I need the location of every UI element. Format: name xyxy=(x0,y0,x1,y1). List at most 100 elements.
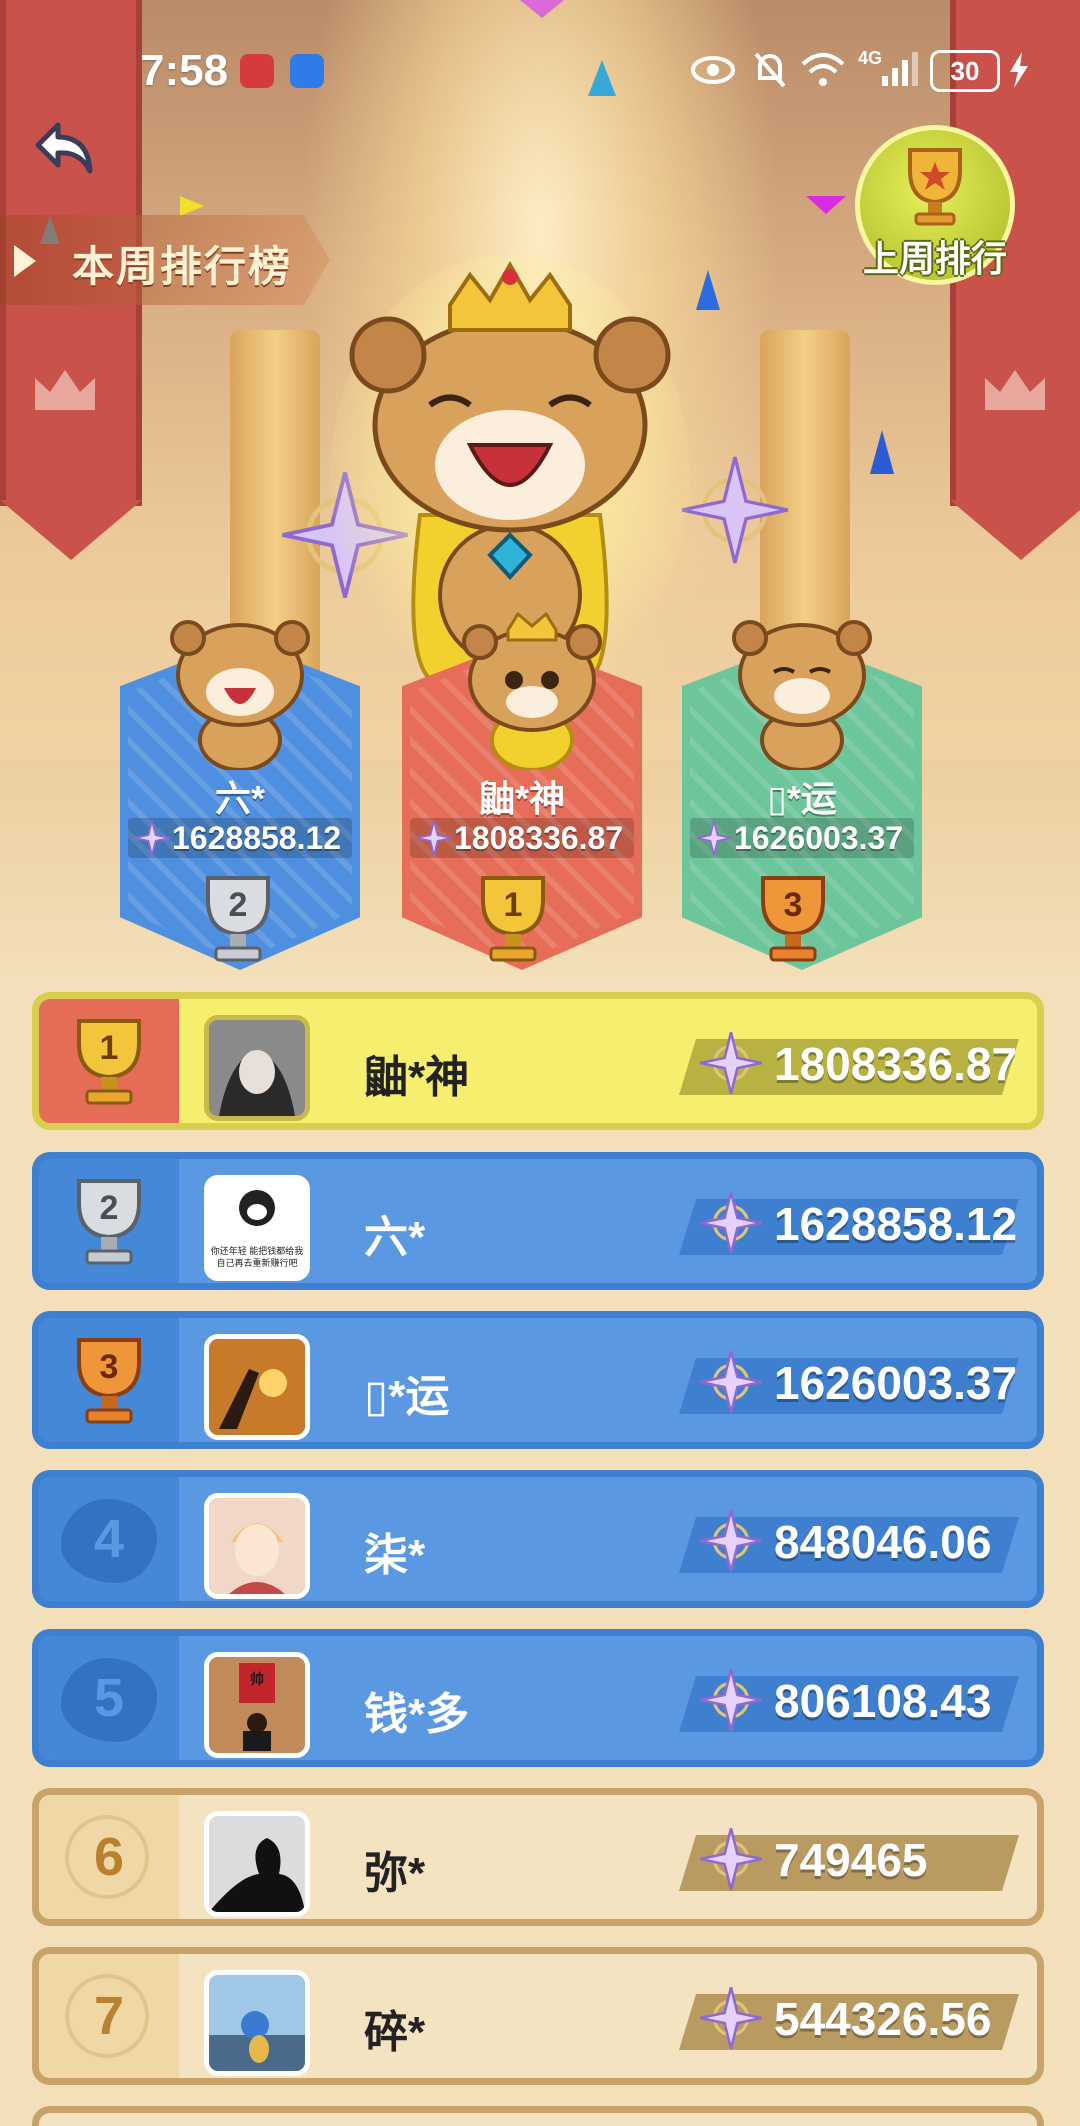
user-score: 1626003.37 xyxy=(774,1357,1018,1409)
crystal-gem-icon xyxy=(700,1827,762,1891)
ranking-row[interactable]: 3 ▯*运 1626003.37 xyxy=(32,1311,1044,1449)
user-score: 848046.06 xyxy=(774,1516,992,1568)
cat-avatar-second xyxy=(170,620,310,770)
wifi-icon xyxy=(801,53,845,86)
crystal-star-icon xyxy=(681,456,789,564)
eye-icon xyxy=(691,56,735,84)
podium-score: 1626003.37 xyxy=(734,820,904,856)
svg-text:3: 3 xyxy=(784,886,803,924)
avatar[interactable] xyxy=(204,1811,310,1917)
crystal-gem-icon xyxy=(700,1986,762,2050)
rank-number: 4 xyxy=(93,1509,125,1569)
rank-cell: 1 xyxy=(39,999,179,1123)
silver-trophy-icon: 2 xyxy=(77,1179,141,1265)
podium-name: 六* xyxy=(214,778,265,819)
tab-this-week-label: 本周排行榜 xyxy=(72,243,293,290)
rank-cell: 7 xyxy=(39,1954,179,2078)
status-bar: 7:58 4G 30 xyxy=(0,40,1080,100)
crystal-gem-icon xyxy=(416,820,452,856)
user-name: 六* xyxy=(364,1213,426,1262)
rank-number: 1 xyxy=(100,1029,119,1067)
avatar-image xyxy=(209,1975,305,2071)
rank-number: 6 xyxy=(93,1827,125,1887)
last-week-button[interactable]: 上周排行 xyxy=(855,125,1015,285)
user-name: 鼬*神 xyxy=(364,1053,470,1102)
user-score: 544326.56 xyxy=(774,1993,992,2045)
signal-icon xyxy=(882,52,918,86)
crystal-gem-icon xyxy=(700,1668,762,1732)
tab-arrow-icon xyxy=(14,245,36,277)
ranking-row-partial xyxy=(32,2106,1044,2126)
ranking-row[interactable]: 6 弥* 749465 xyxy=(32,1788,1044,1926)
podium-score: 1808336.87 xyxy=(454,820,624,856)
avatar-image xyxy=(209,1339,305,1435)
ranking-row[interactable]: 4 柒* 848046.06 xyxy=(32,1470,1044,1608)
mute-icon xyxy=(754,52,786,88)
avatar-caption-1: 你还年轻 能把钱都给我 xyxy=(210,1246,304,1256)
crystal-gem-icon xyxy=(700,1031,762,1095)
svg-text:1: 1 xyxy=(504,886,523,924)
user-score: 749465 xyxy=(774,1834,928,1886)
tab-this-week[interactable]: 本周排行榜 xyxy=(0,215,330,305)
bronze-trophy-icon: 3 xyxy=(77,1338,141,1424)
podium-score-bar: 1808336.87 xyxy=(410,818,634,858)
podium-score-bar: 1628858.12 xyxy=(128,818,352,858)
avatar-image xyxy=(239,1190,275,1226)
confetti xyxy=(870,430,894,474)
cat-avatar-third xyxy=(732,620,872,770)
crystal-gem-icon xyxy=(696,820,732,856)
podium-score: 1628858.12 xyxy=(172,820,342,856)
ranking-row[interactable]: 2 你还年轻 能把钱都给我 自己再去重新赚行吧 六* 1628858.12 xyxy=(32,1152,1044,1290)
avatar-caption-2: 自己再去重新赚行吧 xyxy=(216,1258,298,1268)
battery-icon: 30 xyxy=(930,50,1000,92)
user-score: 806108.43 xyxy=(774,1675,992,1727)
user-name: 柒* xyxy=(364,1531,426,1580)
podium-score-bar: 1626003.37 xyxy=(690,818,914,858)
avatar[interactable]: 你还年轻 能把钱都给我 自己再去重新赚行吧 xyxy=(204,1175,310,1281)
battery-level: 30 xyxy=(950,56,980,86)
rank-cell: 2 xyxy=(39,1159,179,1283)
user-name: 钱*多 xyxy=(364,1690,470,1739)
network-type: 4G xyxy=(858,48,883,68)
rank-cell: 4 xyxy=(39,1477,179,1601)
ranking-row[interactable]: 5 帅 钱*多 806108.43 xyxy=(32,1629,1044,1767)
gold-trophy-icon: 1 xyxy=(77,1019,141,1105)
avatar[interactable]: 帅 xyxy=(204,1652,310,1758)
rank-cell: 3 xyxy=(39,1318,179,1442)
podium-name: ▯*运 xyxy=(767,778,837,819)
confetti xyxy=(806,196,846,214)
trophy-icon xyxy=(908,148,962,226)
cat-avatar-first xyxy=(462,611,602,770)
user-name: 弥* xyxy=(364,1849,426,1898)
user-score: 1628858.12 xyxy=(774,1198,1018,1250)
back-arrow-icon[interactable] xyxy=(30,115,100,185)
user-name: 碎* xyxy=(364,2008,426,2057)
avatar-image xyxy=(209,1020,305,1116)
crystal-gem-icon xyxy=(134,820,170,856)
avatar[interactable] xyxy=(204,1334,310,1440)
svg-text:2: 2 xyxy=(229,886,248,924)
avatar[interactable] xyxy=(204,1015,310,1121)
message-app-icon xyxy=(290,54,324,88)
rank-number: 5 xyxy=(93,1668,125,1728)
avatar-image xyxy=(209,1498,305,1594)
avatar[interactable] xyxy=(204,1493,310,1599)
ranking-row[interactable]: 7 碎* 544326.56 xyxy=(32,1947,1044,2085)
huawei-app-icon xyxy=(240,54,274,88)
confetti xyxy=(180,196,204,216)
rank-cell: 6 xyxy=(39,1795,179,1919)
confetti xyxy=(520,0,564,18)
rank-number: 3 xyxy=(100,1348,119,1386)
avatar[interactable] xyxy=(204,1970,310,2076)
last-week-label: 上周排行 xyxy=(862,238,1007,279)
user-score: 1808336.87 xyxy=(774,1038,1018,1090)
rank-number: 7 xyxy=(93,1986,125,2046)
crystal-gem-icon xyxy=(700,1191,762,1255)
bronze-trophy-icon: 3 xyxy=(761,876,825,962)
confetti xyxy=(696,270,720,310)
ranking-row[interactable]: 1 鼬*神 1808336.87 xyxy=(32,992,1044,1130)
status-time: 7:58 xyxy=(140,46,229,95)
avatar-sign: 帅 xyxy=(250,1671,264,1687)
silver-trophy-icon: 2 xyxy=(206,876,270,962)
gold-trophy-icon: 1 xyxy=(481,876,545,962)
